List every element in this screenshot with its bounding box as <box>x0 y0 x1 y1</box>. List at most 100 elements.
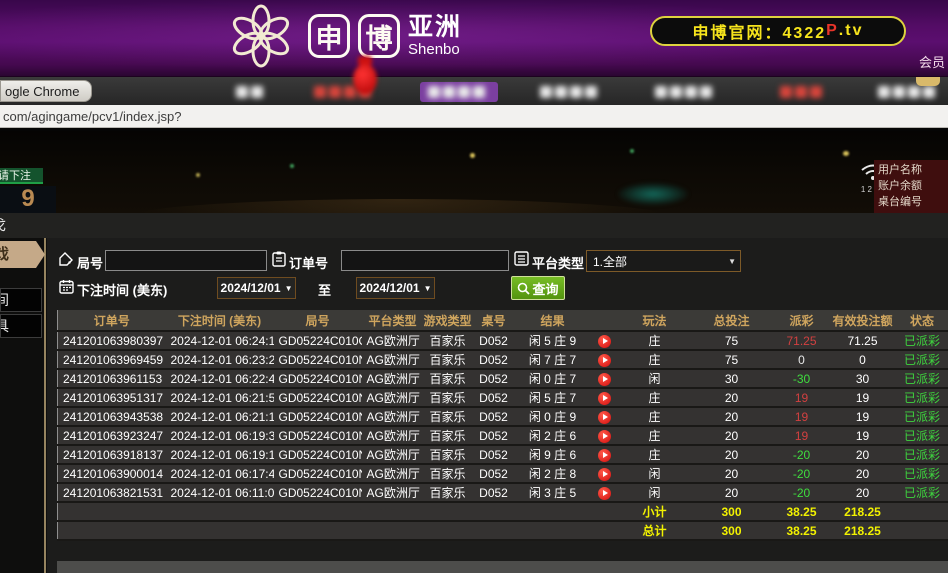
replay-icon[interactable] <box>598 335 611 348</box>
cell-platform: AG欧洲厅 <box>362 388 424 407</box>
platform-select[interactable]: 1.全部 ▼ <box>586 250 741 272</box>
cell-bet-time: 2024-12-01 06:19:14 <box>166 445 274 464</box>
official-site-badge[interactable]: 申博官网：4322P.tv <box>650 16 906 46</box>
nav-item-blurred[interactable] <box>236 86 263 99</box>
casino-video-strip: 请下注 9 1 2 用户名称 账户余额 桌台编号 <box>0 131 948 213</box>
cell-result: 闲 2 庄 6 <box>516 426 590 445</box>
cell-order-no: 241201063951317 <box>58 388 166 407</box>
chrome-tooltip: ogle Chrome <box>0 80 92 102</box>
cell-bet-type: 庄 <box>620 331 690 350</box>
cell-total-bet: 75 <box>690 331 774 350</box>
member-link[interactable]: 会员 <box>919 52 945 71</box>
cell-bet-time: 2024-12-01 06:11:09 <box>166 483 274 502</box>
platform-selected-value: 1.全部 <box>593 253 627 270</box>
column-header: 游戏类型 <box>424 310 472 331</box>
cell-bet-type: 庄 <box>620 388 690 407</box>
cell-bet-time: 2024-12-01 06:19:39 <box>166 426 274 445</box>
order-input[interactable] <box>341 250 509 271</box>
replay-icon[interactable] <box>598 392 611 405</box>
cell-round-no: GD05224C010NT <box>274 445 362 464</box>
light-dot <box>630 149 634 153</box>
search-button-label: 查询 <box>532 279 558 298</box>
total-valid-bet: 218.25 <box>830 521 896 540</box>
column-header: 玩法 <box>620 310 690 331</box>
table-row: 241201063923247 2024-12-01 06:19:39 GD05… <box>58 426 948 445</box>
screen: 申 博 亚洲 Shenbo 申博官网：4322P.tv 会员 ogle Chro… <box>0 0 948 573</box>
nav-item-blurred[interactable] <box>428 86 485 99</box>
cell-table-no: D052 <box>472 445 516 464</box>
logo-region-text: 亚洲 <box>408 15 462 40</box>
cell-table-no: D052 <box>472 407 516 426</box>
url-bar[interactable]: com/agingame/pcv1/index.jsp? <box>0 105 948 128</box>
cell-payout: 71.25 <box>774 331 830 350</box>
corner-tab[interactable] <box>916 77 940 86</box>
date-to-select[interactable]: 2024/12/01 ▼ <box>356 277 435 299</box>
date-from-select[interactable]: 2024/12/01 ▼ <box>217 277 296 299</box>
cell-bet-time: 2024-12-01 06:17:41 <box>166 464 274 483</box>
bottom-scroll-track[interactable] <box>57 561 948 573</box>
cell-payout: 19 <box>774 407 830 426</box>
info-row: 桌台编号 <box>878 194 948 210</box>
brand-header: 申 博 亚洲 Shenbo 申博官网：4322P.tv 会员 <box>0 0 948 76</box>
replay-icon[interactable] <box>598 430 611 443</box>
replay-icon[interactable] <box>598 373 611 386</box>
table-row: 241201063918137 2024-12-01 06:19:14 GD05… <box>58 445 948 464</box>
sub-strip: 戈 <box>0 213 948 238</box>
replay-icon[interactable] <box>598 449 611 462</box>
replay-icon[interactable] <box>598 411 611 424</box>
chevron-down-icon: ▼ <box>285 284 293 293</box>
cell-platform: AG欧洲厅 <box>362 464 424 483</box>
table-row: 241201063951317 2024-12-01 06:21:56 GD05… <box>58 388 948 407</box>
replay-icon[interactable] <box>598 468 611 481</box>
platform-label: 平台类型 <box>532 253 584 272</box>
cell-round-no: GD05224C010NY <box>274 369 362 388</box>
column-header: 下注时间 (美东) <box>166 310 274 331</box>
tag-icon <box>59 252 74 267</box>
cell-bet-time: 2024-12-01 06:22:44 <box>166 369 274 388</box>
column-header: 派彩 <box>774 310 830 331</box>
cell-order-no: 241201063923247 <box>58 426 166 445</box>
table-body: 241201063980397 2024-12-01 06:24:18 GD05… <box>58 331 948 502</box>
cell-total-bet: 20 <box>690 407 774 426</box>
cell-round-no: GD05224C010O0 <box>274 331 362 350</box>
cell-payout: 0 <box>774 350 830 369</box>
cell-status: 已派彩 <box>896 388 948 407</box>
cell-result: 闲 3 庄 5 <box>516 483 590 502</box>
cell-valid-bet: 19 <box>830 388 896 407</box>
cell-result: 闲 7 庄 7 <box>516 350 590 369</box>
table-row: 241201063980397 2024-12-01 06:24:18 GD05… <box>58 331 948 350</box>
cell-platform: AG欧洲厅 <box>362 483 424 502</box>
table-row: 241201063943538 2024-12-01 06:21:18 GD05… <box>58 407 948 426</box>
column-header: 订单号 <box>58 310 166 331</box>
cell-valid-bet: 20 <box>830 445 896 464</box>
nav-item-blurred[interactable] <box>780 86 822 99</box>
replay-icon[interactable] <box>598 354 611 367</box>
cell-platform: AG欧洲厅 <box>362 407 424 426</box>
cell-round-no: GD05224C010NU <box>274 426 362 445</box>
column-header: 状态 <box>896 310 948 331</box>
table-header-row: 订单号下注时间 (美东)局号平台类型游戏类型桌号结果玩法总投注派彩有效投注额状态 <box>58 310 948 331</box>
nav-item-blurred[interactable] <box>655 86 712 99</box>
bet-records-table: 订单号下注时间 (美东)局号平台类型游戏类型桌号结果玩法总投注派彩有效投注额状态… <box>57 310 948 541</box>
cell-payout: 19 <box>774 388 830 407</box>
cell-game-type: 百家乐 <box>424 369 472 388</box>
round-input[interactable] <box>105 250 267 271</box>
seat-numbers: 1 2 <box>861 185 872 194</box>
cell-valid-bet: 30 <box>830 369 896 388</box>
sidebar-item[interactable]: 间 <box>0 288 42 312</box>
sidebar-item-label: 戏 <box>0 241 9 268</box>
sidebar-item-active[interactable]: 戏 <box>0 241 45 268</box>
replay-icon[interactable] <box>598 487 611 500</box>
nav-item-blurred[interactable] <box>540 86 597 99</box>
total-label: 总计 <box>620 521 690 540</box>
cell-total-bet: 20 <box>690 464 774 483</box>
sidebar-item[interactable]: 具 <box>0 314 42 338</box>
cell-status: 已派彩 <box>896 331 948 350</box>
cell-total-bet: 20 <box>690 483 774 502</box>
nav-item-blurred[interactable] <box>878 86 935 99</box>
flower-logo-icon <box>222 3 300 69</box>
cell-platform: AG欧洲厅 <box>362 426 424 445</box>
search-button[interactable]: 查询 <box>511 276 565 300</box>
cell-table-no: D052 <box>472 464 516 483</box>
cell-bet-type: 庄 <box>620 407 690 426</box>
